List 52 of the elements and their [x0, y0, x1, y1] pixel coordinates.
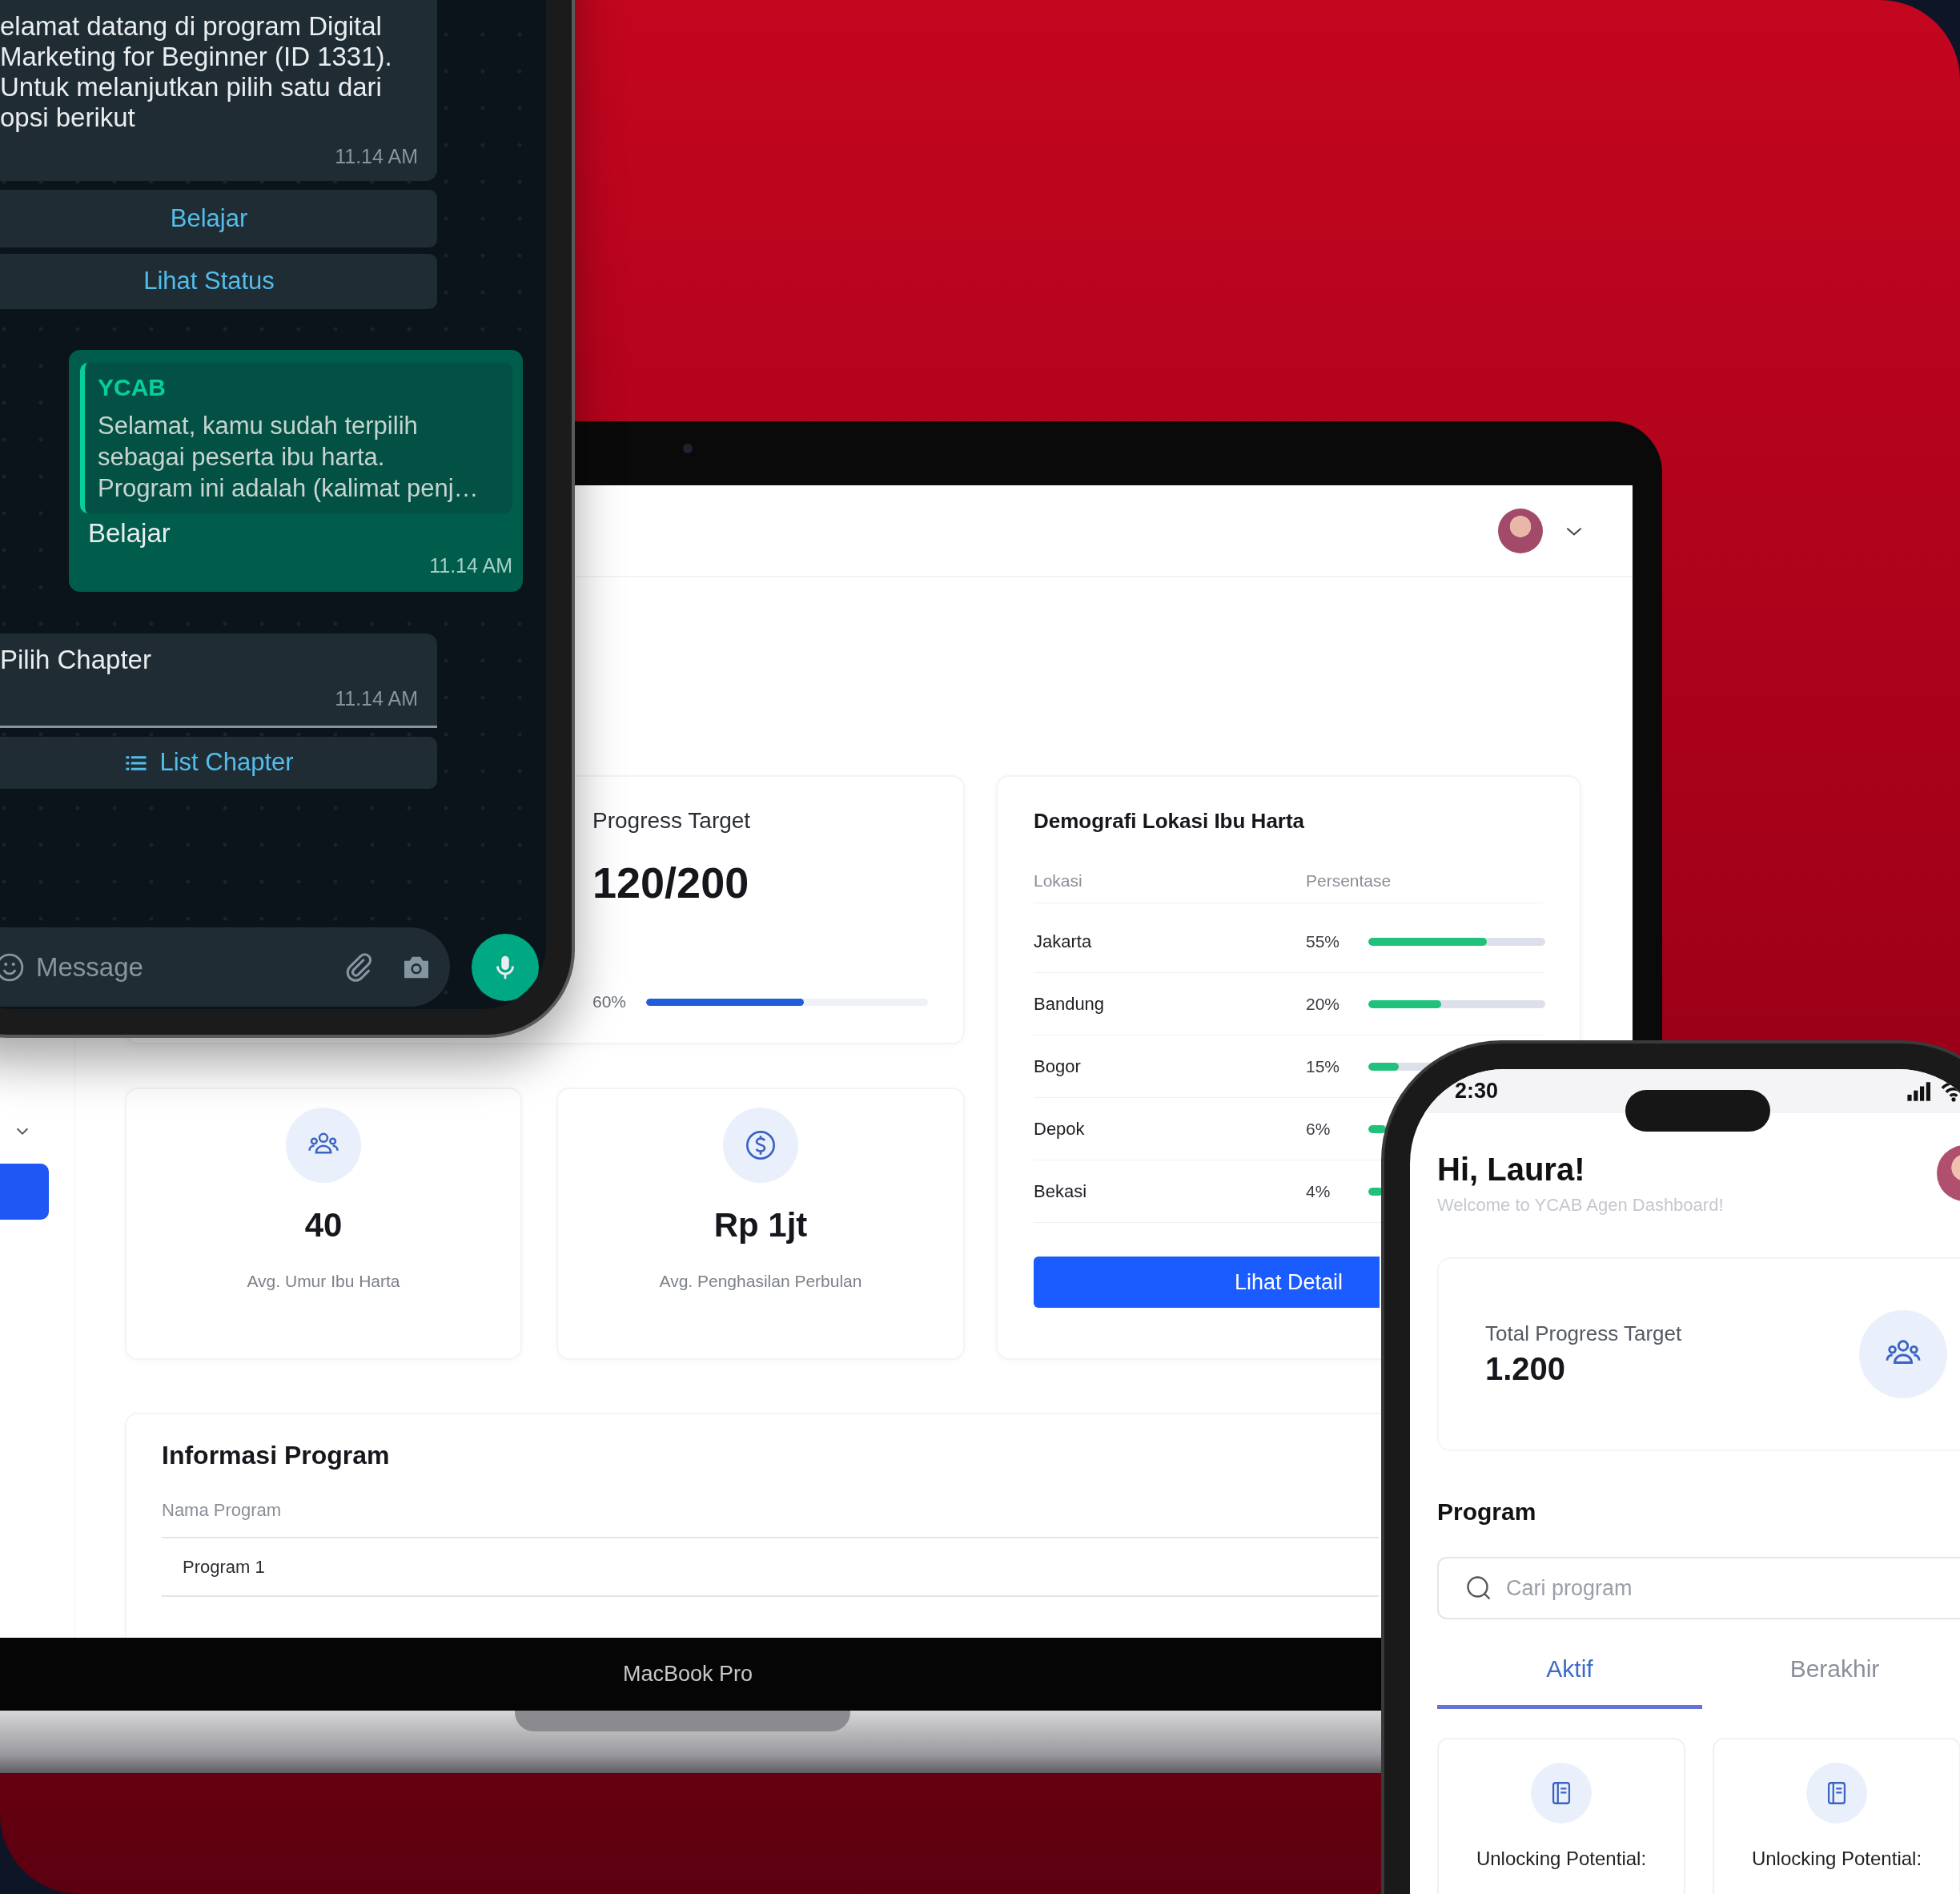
camera-dot — [683, 444, 693, 453]
quote-author: YCAB — [98, 373, 167, 402]
card-title: Total Progress Target — [1485, 1321, 1682, 1346]
table-cell-text: Bogor — [1034, 1056, 1082, 1078]
quote-text: Selamat, kamu sudah terpilih sebagai peserta ibu harta. Program ini adalah (kalimat penj… — [98, 411, 480, 504]
program-title: Unlocking Potential: — [1476, 1847, 1647, 1871]
message-time: 11.14 AM — [428, 553, 512, 578]
section-title: Program — [1437, 1498, 1536, 1526]
table-cell-text: Bekasi — [1034, 1180, 1088, 1203]
table-cell-text: 20% — [1306, 993, 1341, 1015]
table-cell-text: 6% — [1306, 1118, 1331, 1140]
progress-value: 120/200 — [592, 858, 750, 908]
table-cell-text: Bandung — [1034, 993, 1106, 1015]
card-title: Informasi Program — [162, 1440, 390, 1471]
table-cell-text: Jakarta — [1034, 931, 1093, 953]
subtitle: Welcome to YCAB Agen Dashboard! — [1437, 1194, 1724, 1216]
stat-value: 40 — [304, 1205, 343, 1245]
progress-percent: 60% — [592, 991, 628, 1013]
column-header: Lokasi — [1034, 870, 1083, 891]
reply-button[interactable]: List Chapter — [0, 737, 437, 789]
program-card[interactable]: Unlocking Potential: — [1437, 1738, 1685, 1894]
search-field[interactable]: Cari program — [1437, 1557, 1960, 1619]
stat-value: Rp 1jt — [713, 1205, 808, 1245]
reply-button[interactable]: Belajar — [0, 190, 437, 247]
message-text: Belajar — [87, 518, 171, 549]
message-time: 11.14 AM — [334, 144, 418, 169]
table-cell-text: 15% — [1306, 1056, 1341, 1077]
tab[interactable]: Aktif — [1437, 1631, 1702, 1709]
table-cell-text: 4% — [1306, 1180, 1331, 1202]
card-title: Progress Target — [592, 807, 752, 834]
status-time: 2:30 — [1455, 1078, 1499, 1105]
column-header: Persentase — [1306, 870, 1392, 891]
stat-label: Avg. Umur Ibu Harta — [247, 1271, 400, 1292]
message-field[interactable]: Message — [0, 927, 450, 1007]
message-time: 11.14 AM — [334, 686, 418, 711]
summary-value: 1.200 — [1485, 1350, 1567, 1388]
detail-button[interactable]: Lihat Detail — [1034, 1257, 1380, 1308]
table-cell-text: Depok — [1034, 1118, 1086, 1140]
greeting: Hi, Laura! — [1437, 1151, 1586, 1188]
reply-button[interactable]: Lihat Status — [0, 254, 437, 309]
message-text: Pilih Chapter — [0, 645, 152, 675]
card-title: Demografi Lokasi Ibu Harta — [1034, 808, 1306, 834]
field-label: Nama Program — [162, 1499, 282, 1522]
table-cell-text: 55% — [1306, 931, 1341, 952]
program-card[interactable]: Unlocking Potential: — [1713, 1738, 1960, 1894]
program-title: Unlocking Potential: — [1751, 1847, 1922, 1871]
input-field[interactable]: Program 1 — [162, 1537, 1379, 1597]
brand-label: MacBook Pro — [622, 1661, 753, 1688]
dollar-icon — [745, 1129, 777, 1161]
message-text: elamat datang di program Digital Marketing for Beginner (ID 1331). Untuk melanjutkan pilih satu dari opsi berikut — [0, 11, 393, 133]
stat-label: Avg. Penghasilan Perbulan — [659, 1271, 862, 1292]
smiley-icon — [0, 951, 25, 983]
